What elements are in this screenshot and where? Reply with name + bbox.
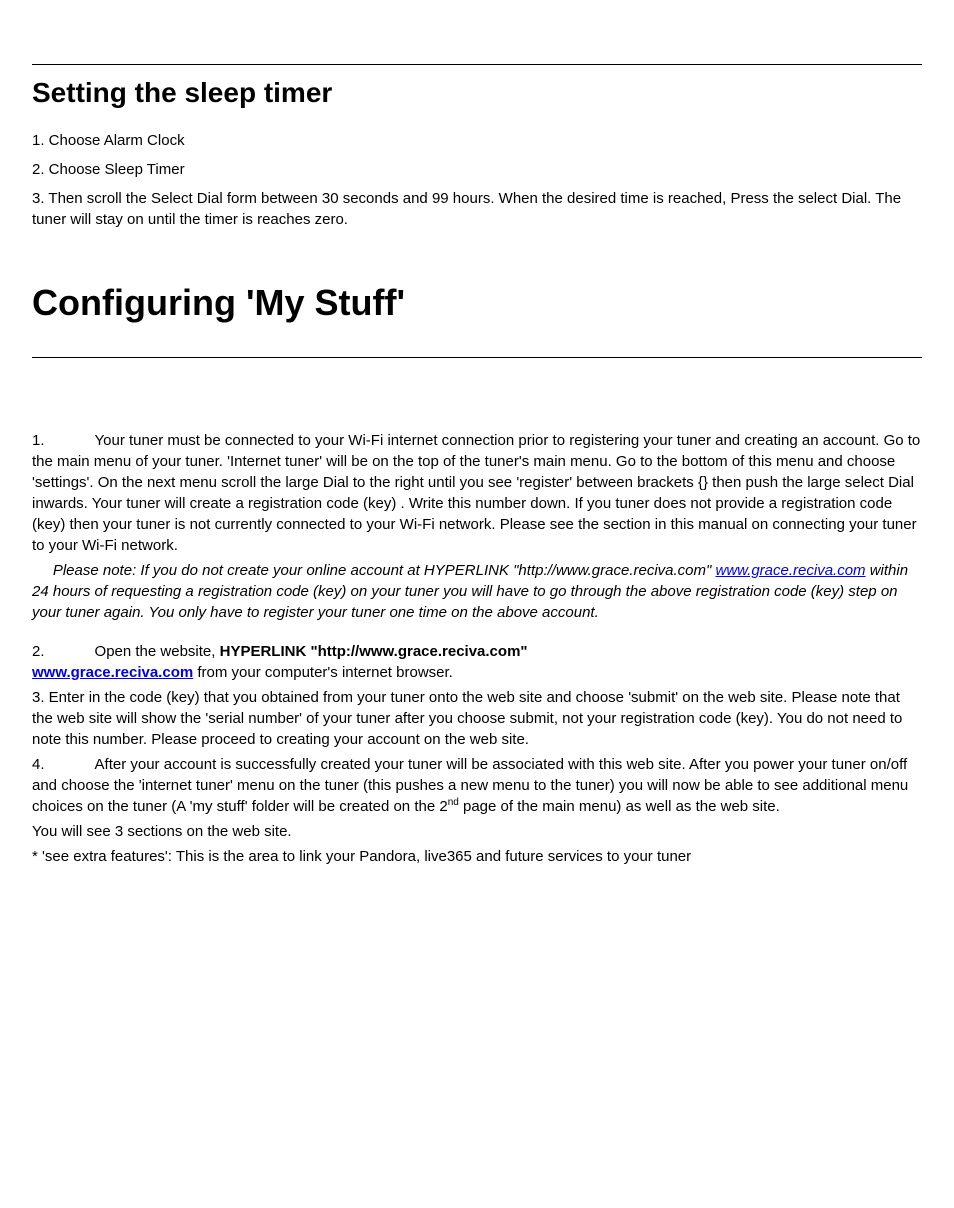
paragraph-5: You will see 3 sections on the web site. (32, 821, 922, 842)
heading-sleep-timer: Setting the sleep timer (32, 64, 922, 112)
note-pre: Please note: If you do not create your o… (32, 562, 716, 579)
step-2-text2: from your computer's internet browser. (193, 664, 453, 681)
paragraph-2: 2. Open the website, HYPERLINK "http://w… (32, 641, 922, 683)
link-grace-reciva-note[interactable]: www.grace.reciva.com (716, 562, 866, 579)
hyperlink-bold: HYPERLINK "http://www.grace.reciva.com" (220, 643, 528, 660)
paragraph-note: Please note: If you do not create your o… (32, 560, 922, 623)
step-number-1: 1. (32, 432, 45, 449)
step-3: 3. Then scroll the Select Dial form betw… (32, 188, 922, 230)
step-2-text1: Open the website, (95, 643, 220, 660)
step-1-text: Your tuner must be connected to your Wi-… (32, 432, 920, 554)
paragraph-1: 1. Your tuner must be connected to your … (32, 430, 922, 556)
paragraph-4: 4. After your account is successfully cr… (32, 754, 922, 817)
step-number-2: 2. (32, 643, 45, 660)
superscript-nd: nd (448, 797, 459, 808)
step-number-4: 4. (32, 756, 45, 773)
step-2: 2. Choose Sleep Timer (32, 159, 922, 180)
heading-configuring-my-stuff: Configuring 'My Stuff' (32, 278, 922, 357)
paragraph-3: 3. Enter in the code (key) that you obta… (32, 687, 922, 750)
link-grace-reciva[interactable]: www.grace.reciva.com (32, 664, 193, 681)
step-4-text2: page of the main menu) as well as the we… (459, 798, 780, 815)
step-1: 1. Choose Alarm Clock (32, 130, 922, 151)
paragraph-6: * 'see extra features': This is the area… (32, 846, 922, 867)
